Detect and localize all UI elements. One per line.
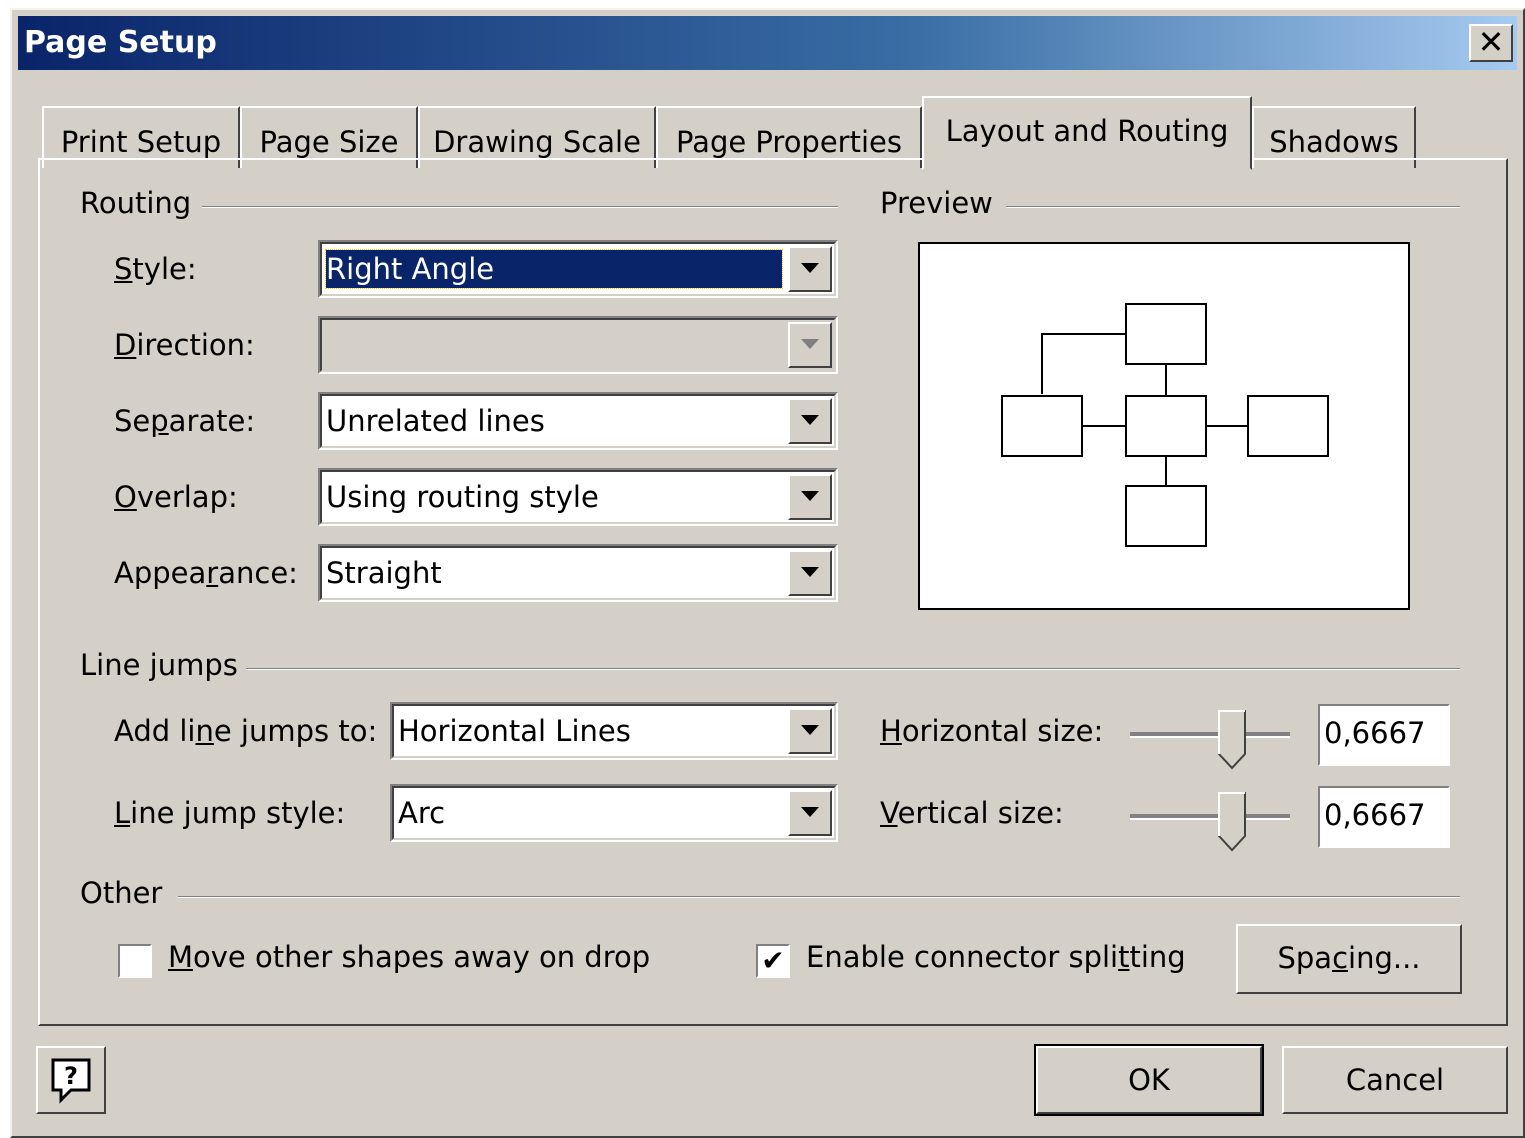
move-shapes-label[interactable]: Move other shapes away on drop bbox=[168, 940, 650, 974]
vertical-size-input[interactable]: 0,6667 bbox=[1318, 786, 1450, 848]
tab-layout-and-routing[interactable]: Layout and Routing bbox=[922, 96, 1252, 170]
preview-shape-bottom bbox=[1125, 485, 1207, 547]
vertical-size-slider-thumb[interactable] bbox=[1218, 792, 1246, 852]
add-line-jumps-value: Horizontal Lines bbox=[398, 714, 631, 748]
close-icon[interactable]: ✕ bbox=[1469, 24, 1513, 62]
preview-group-label: Preview bbox=[880, 186, 1001, 220]
horizontal-size-slider-track bbox=[1130, 732, 1290, 738]
separate-label: Separate: bbox=[114, 404, 256, 438]
direction-select-value bbox=[326, 326, 782, 364]
appearance-label: Appearance: bbox=[114, 556, 298, 590]
window-title: Page Setup bbox=[24, 25, 217, 60]
horizontal-size-label: Horizontal size: bbox=[880, 714, 1104, 748]
appearance-select-value: Straight bbox=[326, 556, 442, 590]
horizontal-size-input[interactable]: 0,6667 bbox=[1318, 704, 1450, 766]
connector-line bbox=[1041, 333, 1126, 394]
cancel-button[interactable]: Cancel bbox=[1282, 1046, 1508, 1114]
ok-button[interactable]: OK bbox=[1034, 1044, 1264, 1116]
spacing-button[interactable]: Spacing... bbox=[1236, 924, 1462, 994]
line-jump-style-label: Line jump style: bbox=[114, 796, 346, 830]
chevron-down-icon[interactable] bbox=[788, 550, 832, 596]
svg-text:?: ? bbox=[64, 1062, 78, 1090]
preview-shape-top bbox=[1125, 303, 1207, 365]
page-setup-dialog: Page Setup ✕ Print Setup Page Size Drawi… bbox=[10, 8, 1525, 1138]
horizontal-size-slider-thumb[interactable] bbox=[1218, 710, 1246, 770]
overlap-select[interactable]: Using routing style bbox=[318, 468, 838, 526]
other-group-line bbox=[178, 896, 1460, 898]
chevron-down-icon[interactable] bbox=[788, 398, 832, 444]
title-bar: Page Setup ✕ bbox=[18, 16, 1517, 70]
connector-splitting-checkbox[interactable]: ✔ bbox=[756, 944, 790, 978]
chevron-down-icon[interactable] bbox=[788, 790, 832, 836]
vertical-size-label: Vertical size: bbox=[880, 796, 1064, 830]
help-button[interactable]: ? bbox=[36, 1046, 106, 1114]
line-jump-style-value: Arc bbox=[398, 796, 446, 830]
overlap-select-value: Using routing style bbox=[326, 480, 599, 514]
vertical-size-slider-track bbox=[1130, 814, 1290, 820]
routing-group-label: Routing bbox=[80, 186, 200, 220]
preview-shape-center bbox=[1125, 395, 1207, 457]
line-jumps-group-label: Line jumps bbox=[80, 648, 246, 682]
other-group-label: Other bbox=[80, 876, 171, 910]
style-label: Style: bbox=[114, 252, 197, 286]
style-select-value: Right Angle bbox=[325, 249, 783, 289]
chevron-down-icon[interactable] bbox=[788, 246, 832, 292]
overlap-label: Overlap: bbox=[114, 480, 238, 514]
preview-shape-left bbox=[1001, 395, 1083, 457]
direction-label: Direction: bbox=[114, 328, 255, 362]
help-icon: ? bbox=[51, 1058, 91, 1104]
preview-shape-right bbox=[1247, 395, 1329, 457]
separate-select-value: Unrelated lines bbox=[326, 404, 545, 438]
appearance-select[interactable]: Straight bbox=[318, 544, 838, 602]
style-select[interactable]: Right Angle bbox=[318, 240, 838, 298]
move-shapes-checkbox[interactable] bbox=[118, 944, 152, 978]
preview-group-line bbox=[1006, 206, 1460, 208]
layout-preview bbox=[918, 242, 1410, 610]
chevron-down-icon[interactable] bbox=[788, 708, 832, 754]
line-jumps-group-line bbox=[234, 668, 1460, 670]
chevron-down-icon bbox=[788, 322, 832, 368]
chevron-down-icon[interactable] bbox=[788, 474, 832, 520]
routing-group-line bbox=[202, 206, 838, 208]
routing-preview-diagram bbox=[1001, 303, 1329, 547]
separate-select[interactable]: Unrelated lines bbox=[318, 392, 838, 450]
connector-splitting-label[interactable]: Enable connector splitting bbox=[806, 940, 1186, 974]
line-jump-style-select[interactable]: Arc bbox=[390, 784, 838, 842]
add-line-jumps-select[interactable]: Horizontal Lines bbox=[390, 702, 838, 760]
add-line-jumps-label: Add line jumps to: bbox=[114, 714, 378, 748]
direction-select bbox=[318, 316, 838, 374]
